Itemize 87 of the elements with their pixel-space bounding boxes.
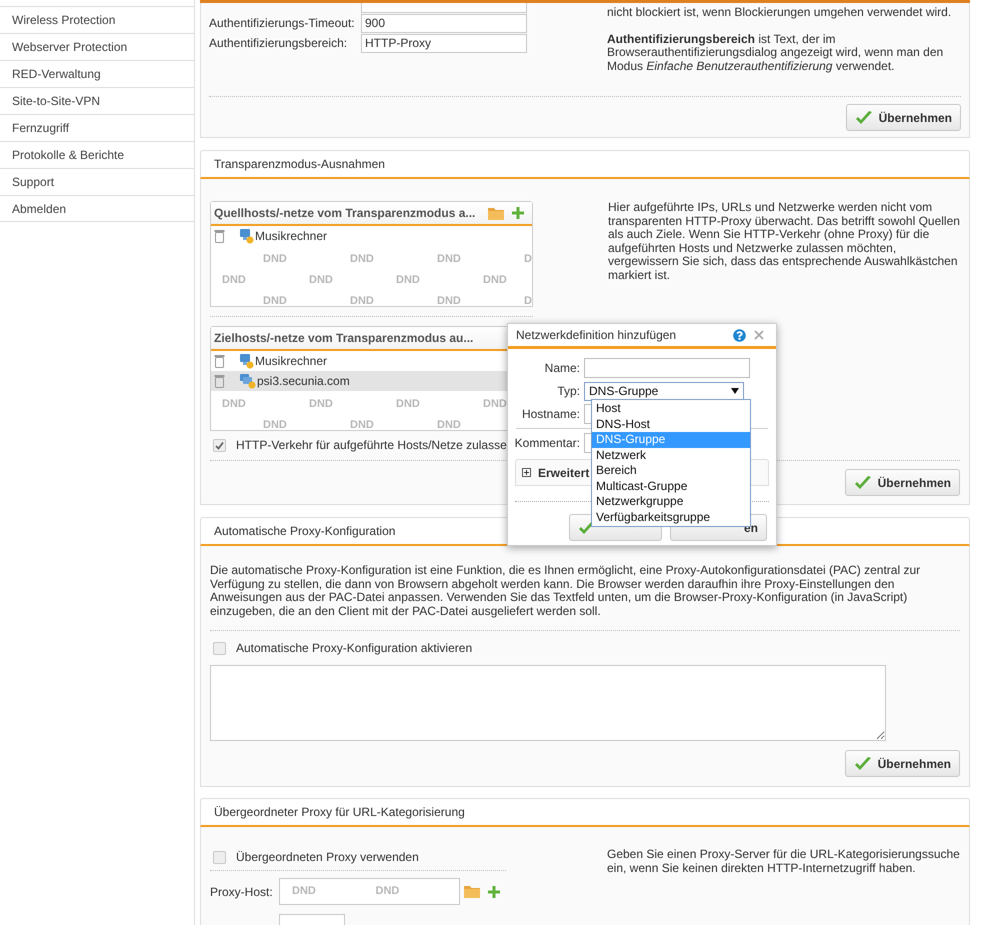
help-icon[interactable] [733,328,746,342]
apply-button[interactable]: Übernehmen [846,104,961,131]
check-icon [854,110,873,126]
plus-icon[interactable] [488,886,500,898]
drop-hint: DND [437,294,462,306]
folder-icon[interactable] [488,206,504,220]
checkbox[interactable] [213,850,226,864]
drop-hint: DND [222,273,247,288]
comment-label: Kommentar: [514,435,581,452]
checkbox-label: Übergeordneten Proxy verwenden [236,849,419,866]
drop-hint: DND [263,252,288,267]
drop-hint: DND [292,884,317,900]
panel-header: Übergeordneter Proxy für URL-Kategorisierung [200,798,970,827]
dialog-title: Netzwerkdefinition hinzufügen [516,327,676,344]
sidebar-item[interactable]: Wireless Protection [0,6,194,33]
drop-hint: DND [309,273,334,288]
dropdown-option[interactable]: DNS-Host [592,416,750,432]
checkbox[interactable] [213,438,226,452]
item-label: psi3.secunia.com [257,373,350,390]
drop-hint: DND [437,418,462,430]
trash-icon[interactable] [214,374,225,388]
host-label: Proxy-Host: [210,884,274,900]
drop-hint: DND [437,252,462,267]
plus-icon[interactable] [512,207,524,219]
drop-hint: DND [222,397,247,412]
description-text: Die automatische Proxy-Konfiguration ist eine Funktion, die es Ihnen ermöglicht, eine Proxy-Autokonfigurationsdatei (PAC) zentral zur Verfügung zu stellen, die dann von Browsern abgeholt werden kann. Die Browser werden daraufhin ihre Proxy-Einstellungen den Anweisungen aus der PAC-Datei anpassen. Verwenden Sie das Textfeld unten, um die Browser-Proxy-Konfiguration (in JavaScript) einzugeben, die an den Client mit der PAC-Datei ausgeliefert werden soll. [210,564,922,618]
trash-icon[interactable] [214,354,225,368]
drop-hint: DND [376,884,400,900]
sidebar-item[interactable]: RED-Verwaltung [0,60,194,87]
drop-hint: D [524,294,532,306]
dropdown-option[interactable]: Host [592,401,750,416]
check-icon [854,474,872,490]
drop-hint: D [524,252,532,267]
dropdown-option[interactable]: Multicast-Gruppe [592,478,750,494]
help-text: nicht blockiert ist, wenn Blockierungen umgehen verwendet wird. [607,6,952,20]
checkbox-label: Automatische Proxy-Konfiguration aktivieren [236,640,472,657]
sidebar-item[interactable]: Support [0,168,194,195]
drop-hint: DND [309,397,334,412]
panel-header: Transparenzmodus-Ausnahmen [200,150,970,179]
item-label: Musikrechner [255,353,328,370]
drop-hint: DND [396,273,421,288]
sidebar-item[interactable]: Site-to-Site-VPN [0,87,194,114]
script-textarea[interactable] [210,665,886,741]
check-icon [854,756,872,772]
drop-hint: DND [350,294,375,306]
name-field[interactable] [584,358,750,378]
drop-hint: DND [350,418,375,430]
dropdown-option[interactable]: Netzwerkgruppe [592,494,750,510]
checkbox[interactable] [213,642,226,654]
sidebar-item[interactable]: Abmelden [0,195,194,222]
dropdown-option[interactable]: Bereich [592,463,750,478]
text-field[interactable]: HTTP-Proxy [361,34,527,52]
sidebar-item[interactable]: Fernzugriff [0,114,194,141]
drop-hint: DND [263,294,288,306]
computer-icon [240,228,254,244]
caret-icon [731,388,739,394]
list-title: Quellhosts/-netze vom Transparenzmodus a... [214,205,476,222]
computers-icon [240,374,256,388]
text-field[interactable]: 900 [361,14,527,32]
name-label: Name: [544,360,581,377]
sidebar-item[interactable]: Webserver Protection [0,33,194,60]
drop-hint: DND [263,418,288,430]
advanced-label: Erweitert [538,464,590,482]
item-label: Musikrechner [255,228,328,245]
apply-button[interactable]: Übernehmen [844,469,960,496]
type-select[interactable]: DNS-Gruppe [584,382,744,400]
help-text: Authentifizierungsbereich ist Text, der im Browserauthentifizierungsdialog angezeigt wird, wenn man den Modus Einfache Benutzerauthentifizierung verwendet. [607,32,944,73]
field-label: Authentifizierungs-Timeout: [209,16,355,30]
hostname-label: Hostname: [520,406,581,423]
trash-icon[interactable] [214,229,225,243]
drop-hint: DND [350,252,375,267]
drop-hint: DND [396,397,421,412]
computer-icon [240,354,254,368]
dropdown-option[interactable]: Netzwerk [592,448,750,463]
help-text: Hier aufgeführte IPs, URLs und Netzwerke werden nicht vom transparenten HTTP-Proxy überwacht. Das betrifft sowohl Quellen als auch Ziele. Wenn Sie HTTP-Verkehr (ohne Proxy) für die aufgeführten Hosts und Netzwerke zulassen möchten, vergewissern Sie sich, dass das entsprechende Auswahlkästchen markiert ist. [608,201,961,282]
close-icon[interactable] [752,328,766,342]
sidebar-item[interactable]: Protokolle & Berichte [0,141,194,168]
type-label: Typ: [556,383,581,400]
drop-hint: DND [483,273,508,288]
field-label: Authentifizierungsbereich: [209,36,348,50]
help-text: Geben Sie einen Proxy-Server für die URL-Kategorisierungssuche ein, wenn Sie keinen direkten HTTP-Internetzugriff haben. [607,847,961,875]
folder-icon[interactable] [464,885,480,898]
list-title: Zielhosts/-netze vom Transparenzmodus au... [214,330,474,347]
checkbox-label: HTTP-Verkehr für aufgeführte Hosts/Netze zulasse [236,437,507,454]
expand-icon [522,468,531,477]
drop-hint: DND [483,397,508,412]
apply-button[interactable]: Übernehmen [844,750,960,777]
